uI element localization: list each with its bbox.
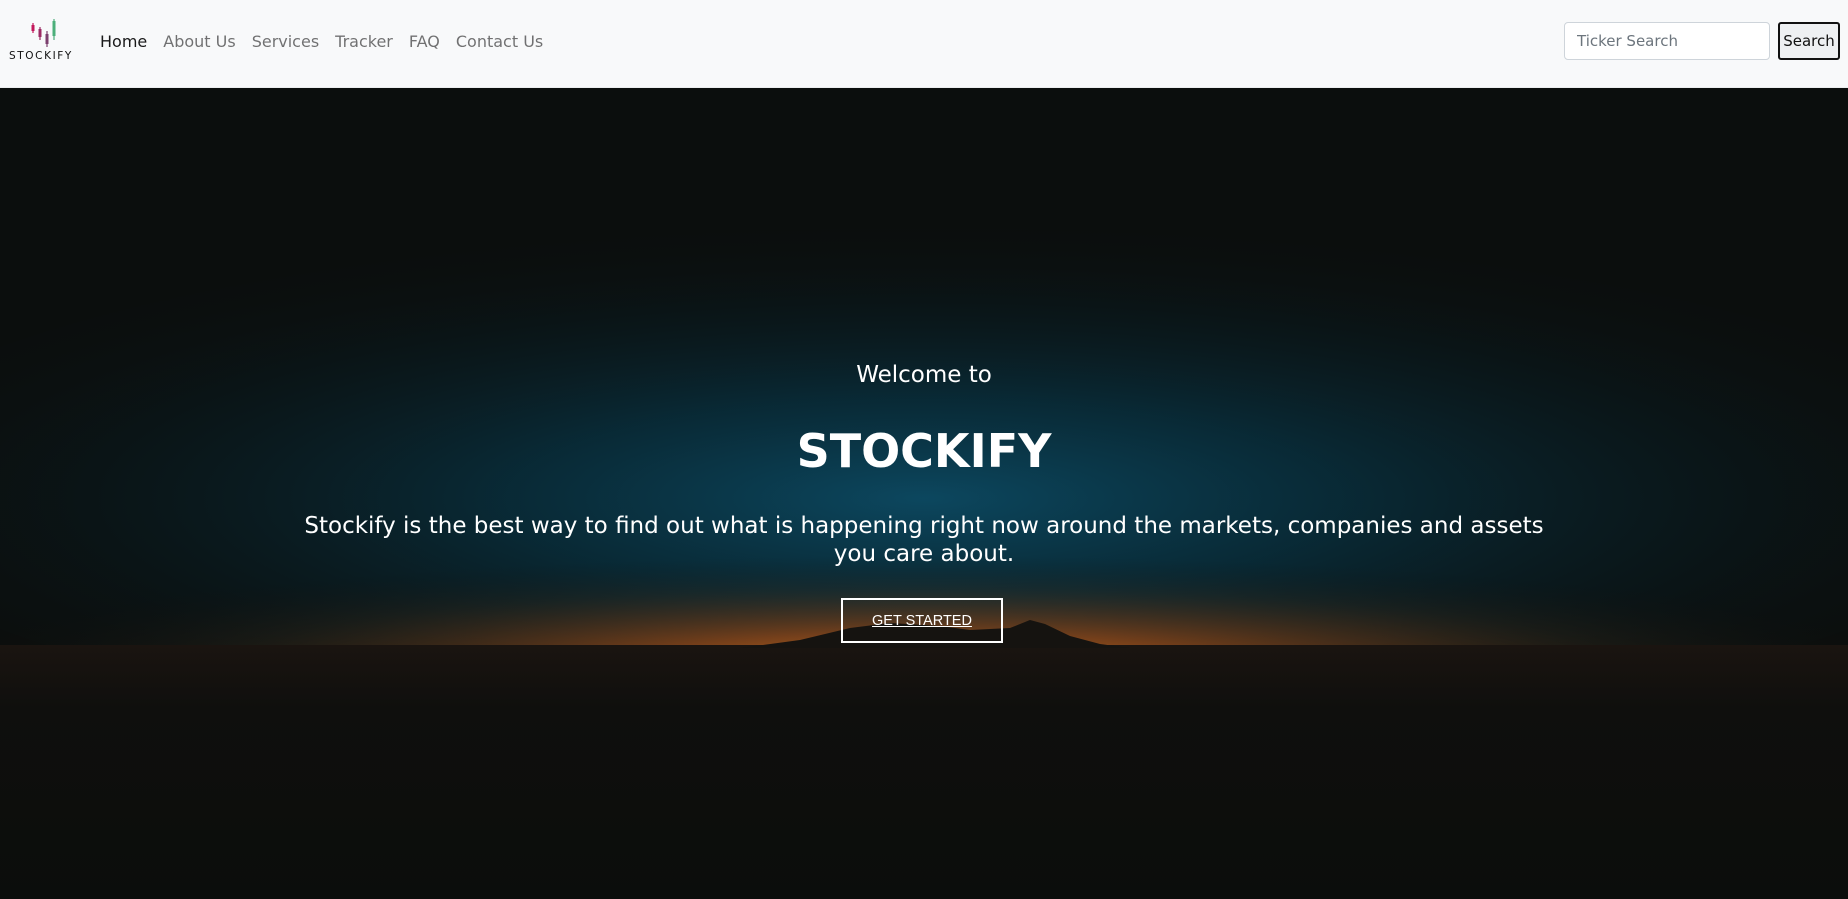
ticker-search-form: Search bbox=[1564, 22, 1840, 60]
brand-logo[interactable]: STOCKIFY bbox=[6, 18, 76, 64]
brand-name: STOCKIFY bbox=[9, 50, 73, 62]
navbar: STOCKIFY Home About Us Services Tracker … bbox=[0, 0, 1848, 88]
nav-menu: Home About Us Services Tracker FAQ Conta… bbox=[100, 0, 543, 82]
hero-tagline: Stockify is the best way to find out wha… bbox=[304, 513, 1544, 567]
candlestick-logo-icon bbox=[31, 19, 56, 47]
search-button[interactable]: Search bbox=[1778, 22, 1840, 60]
nav-item-about-us[interactable]: About Us bbox=[163, 32, 235, 51]
nav-item-contact-us[interactable]: Contact Us bbox=[456, 32, 543, 51]
hero-section: Welcome to STOCKIFY Stockify is the best… bbox=[0, 88, 1848, 899]
welcome-text: Welcome to bbox=[856, 362, 992, 388]
hero-title: STOCKIFY bbox=[796, 424, 1052, 478]
hero-content: Welcome to STOCKIFY Stockify is the best… bbox=[0, 88, 1848, 899]
nav-item-home[interactable]: Home bbox=[100, 32, 147, 51]
get-started-button[interactable]: GET STARTED bbox=[841, 598, 1003, 643]
nav-item-faq[interactable]: FAQ bbox=[409, 32, 440, 51]
nav-item-services[interactable]: Services bbox=[252, 32, 319, 51]
nav-item-tracker[interactable]: Tracker bbox=[335, 32, 393, 51]
ticker-search-input[interactable] bbox=[1564, 22, 1770, 60]
